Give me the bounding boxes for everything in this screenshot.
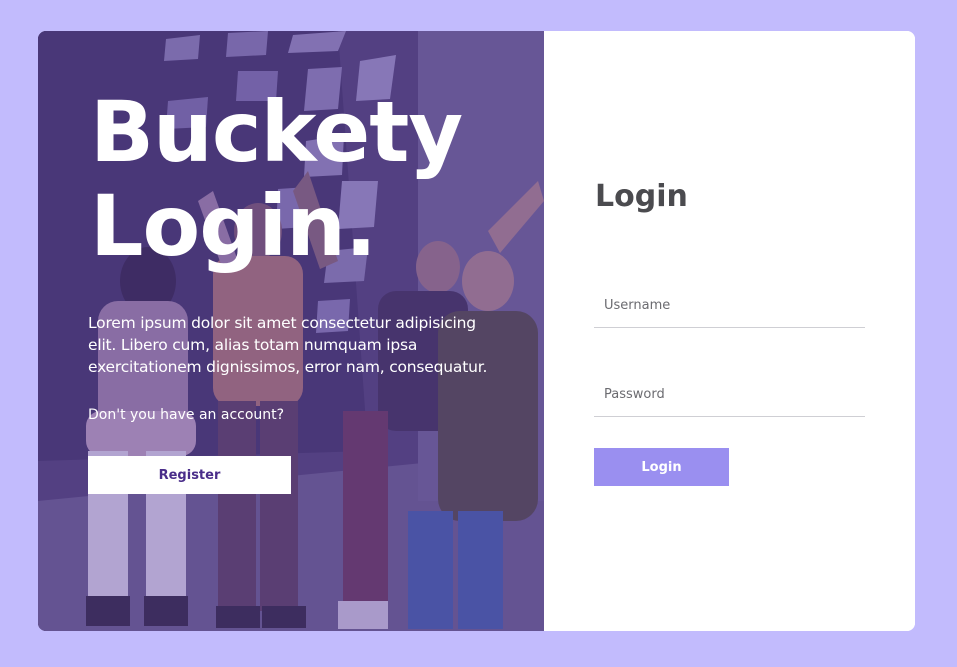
hero-title-line-1: Buckety bbox=[90, 83, 463, 181]
login-card: Buckety Login. Lorem ipsum dolor sit ame… bbox=[38, 31, 915, 631]
login-form-panel: Login Login bbox=[544, 31, 915, 631]
hero-title: Buckety Login. bbox=[90, 83, 463, 275]
hero-title-line-2: Login. bbox=[90, 177, 377, 275]
username-input[interactable] bbox=[594, 284, 865, 328]
hero-description: Lorem ipsum dolor sit amet consectetur a… bbox=[88, 314, 488, 376]
login-button[interactable]: Login bbox=[594, 448, 729, 486]
account-question: Don't you have an account? bbox=[88, 407, 285, 423]
hero-panel: Buckety Login. Lorem ipsum dolor sit ame… bbox=[38, 31, 544, 631]
password-input[interactable] bbox=[594, 373, 865, 417]
login-heading: Login bbox=[595, 179, 688, 214]
register-button[interactable]: Register bbox=[88, 456, 291, 494]
